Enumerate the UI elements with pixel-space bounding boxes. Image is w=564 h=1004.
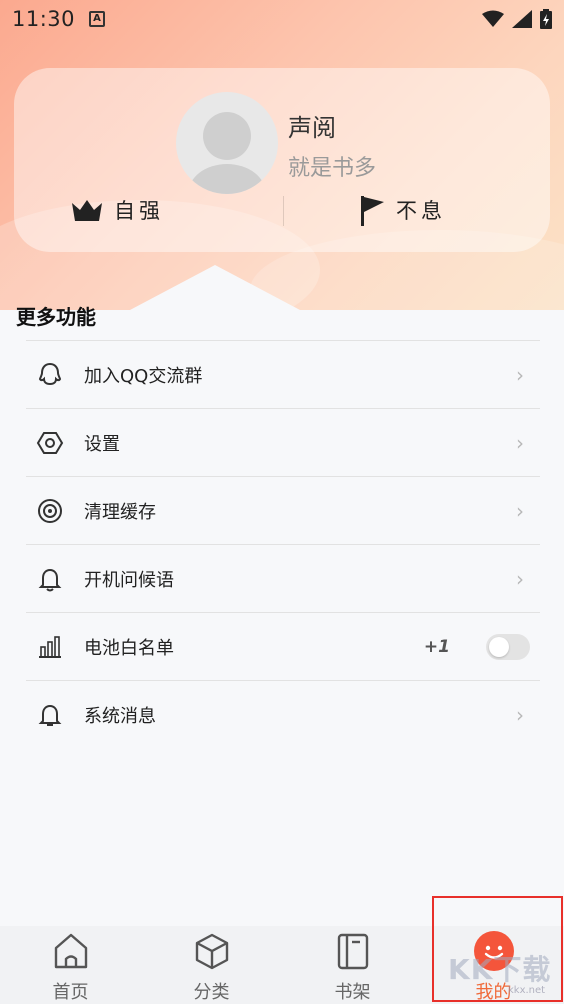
avatar[interactable]: [176, 92, 278, 194]
section-title: 更多功能: [16, 305, 96, 329]
signal-icon: [512, 10, 532, 28]
bell-outline-icon: [26, 691, 74, 739]
hexagon-settings-icon: [26, 419, 74, 467]
chevron-right-icon: ›: [516, 498, 524, 523]
stat-right: 不息: [358, 192, 446, 228]
tab-label: 首页: [52, 982, 89, 1003]
avatar-head: [203, 112, 251, 160]
menu-item-boot-greeting[interactable]: 开机问候语 ›: [26, 544, 540, 612]
menu-label: 系统消息: [84, 705, 156, 727]
chevron-right-icon: ›: [516, 566, 524, 591]
status-bar: 11:30 A: [0, 0, 564, 38]
watermark-url: kkx.net: [508, 985, 546, 996]
cube-icon: [191, 930, 233, 972]
bar-chart-icon: [26, 623, 74, 671]
bell-icon: [26, 555, 74, 603]
menu-item-qq-group[interactable]: 加入QQ交流群 ›: [26, 340, 540, 408]
stat-left-label: 自强: [114, 199, 164, 223]
menu-label: 设置: [84, 433, 120, 455]
menu-item-battery-whitelist[interactable]: 电池白名单 +1: [26, 612, 540, 680]
avatar-body: [188, 164, 266, 194]
stat-right-label: 不息: [396, 199, 446, 223]
book-icon: [332, 930, 374, 972]
battery-charging-icon: [540, 9, 552, 29]
watermark: KK下载: [448, 953, 552, 986]
stat-divider: [283, 196, 284, 226]
chevron-right-icon: ›: [516, 430, 524, 455]
menu-label: 加入QQ交流群: [84, 365, 203, 387]
wifi-icon: [482, 10, 504, 27]
chevron-right-icon: ›: [516, 702, 524, 727]
stat-left: 自强: [70, 192, 164, 228]
tab-home[interactable]: 首页: [0, 926, 141, 1004]
menu-item-clear-cache[interactable]: 清理缓存 ›: [26, 476, 540, 544]
tab-label: 分类: [193, 982, 230, 1003]
hero-peak: [130, 265, 300, 310]
tab-bookshelf[interactable]: 书架: [282, 926, 423, 1004]
user-subtitle: 就是书多: [288, 156, 377, 181]
menu-label: 开机问候语: [84, 569, 174, 591]
battery-whitelist-toggle[interactable]: [486, 633, 530, 660]
a-badge-icon: A: [89, 11, 106, 27]
target-icon: [26, 487, 74, 535]
user-name: 声阅: [288, 114, 336, 142]
toggle-knob: [489, 636, 509, 657]
tab-category[interactable]: 分类: [141, 926, 282, 1004]
menu-label: 电池白名单: [84, 637, 174, 659]
home-icon: [50, 930, 92, 972]
plus-one-badge: +1: [423, 636, 450, 657]
menu-label: 清理缓存: [84, 501, 156, 523]
qq-icon: [26, 351, 74, 399]
status-time: 11:30: [12, 7, 76, 31]
tab-label: 书架: [334, 982, 371, 1003]
menu-item-settings[interactable]: 设置 ›: [26, 408, 540, 476]
flag-icon: [361, 196, 384, 226]
chevron-right-icon: ›: [516, 362, 524, 387]
menu-item-system-messages[interactable]: 系统消息 ›: [26, 680, 540, 748]
feature-menu: 加入QQ交流群 › 设置 › 清理缓存 › 开机问候语 › 电池白名单 +1 系…: [26, 340, 540, 748]
crown-icon: [72, 200, 102, 221]
